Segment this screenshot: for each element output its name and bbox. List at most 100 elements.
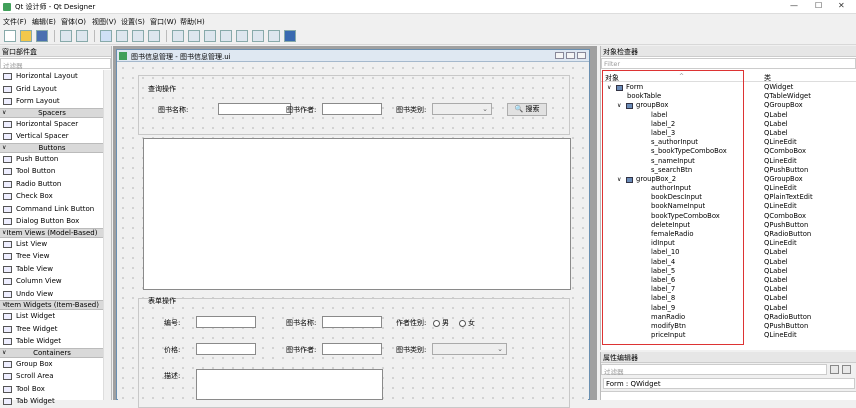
widget-item[interactable]: Group Box [0,358,104,371]
widget-category[interactable]: ∨ Spacers [0,107,104,118]
object-tree-row[interactable]: bookDescInput QPlainTextEdit [601,193,856,202]
object-tree-row[interactable]: femaleRadio QRadioButton [601,230,856,239]
menu-view[interactable]: 视图(V) [92,17,116,27]
widget-box-filter[interactable]: 过滤器 [0,58,111,70]
object-inspector-filter[interactable]: Filter [601,58,856,69]
widget-category[interactable]: ∨ Buttons [0,142,104,153]
subwindow-minimize-button[interactable] [555,52,564,59]
object-tree-row[interactable]: ∨ Form QWidget [601,83,856,92]
object-tree-row[interactable]: label_10 QLabel [601,248,856,257]
widget-item[interactable]: Undo View [0,288,104,301]
form-subwindow[interactable]: 图书信息管理 - 图书信息管理.ui 查询操作 图书名称: 图书作者: 图书类别… [116,49,590,408]
maximize-button[interactable]: ☐ [815,1,822,10]
widget-item[interactable]: Tool Button [0,165,104,178]
property-grid[interactable] [601,391,856,400]
widget-item[interactable]: Tree View [0,250,104,263]
layout-form-icon[interactable] [236,30,248,42]
object-tree-row[interactable]: label_5 QLabel [601,267,856,276]
man-radio[interactable]: 男 [433,318,449,328]
widget-item[interactable]: Push Button [0,153,104,166]
object-tree-row[interactable]: label_6 QLabel [601,276,856,285]
object-tree-row[interactable]: bookTable QTableWidget [601,92,856,101]
widget-item[interactable]: Dialog Button Box [0,215,104,228]
layout-horizontal-icon[interactable] [172,30,184,42]
widget-item[interactable]: Tab Widget [0,395,104,408]
copy-icon[interactable] [60,30,72,42]
widget-item[interactable]: Form Layout [0,95,104,108]
book-name-input[interactable] [322,316,382,328]
menu-file[interactable]: 文件(F) [3,17,27,27]
break-layout-icon[interactable] [268,30,280,42]
search-button[interactable]: 🔍 搜索 [507,103,547,116]
layout-grid-icon[interactable] [252,30,264,42]
female-radio[interactable]: 女 [459,318,475,328]
widget-category[interactable]: ∨ Item Widgets (Item-Based) [0,300,104,310]
column-object[interactable]: 对象 [605,73,619,83]
close-button[interactable]: ✕ [838,1,845,10]
menu-help[interactable]: 帮助(H) [180,17,205,27]
widget-item[interactable]: Horizontal Layout [0,70,104,83]
widget-item[interactable]: Column View [0,275,104,288]
s-name-input[interactable] [218,103,291,115]
adjust-size-icon[interactable] [284,30,296,42]
object-tree-row[interactable]: ∨ groupBox_2 QGroupBox [601,175,856,184]
widget-item[interactable]: Scroll Area [0,370,104,383]
expand-chevron-icon[interactable]: ∨ [617,175,621,184]
object-tree-row[interactable]: s_nameInput QLineEdit [601,157,856,166]
layout-h-splitter-icon[interactable] [204,30,216,42]
widget-item[interactable]: Check Box [0,190,104,203]
layout-vertical-icon[interactable] [188,30,200,42]
object-tree-row[interactable]: label_4 QLabel [601,258,856,267]
object-tree-row[interactable]: s_bookTypeComboBox QComboBox [601,147,856,156]
subwindow-maximize-button[interactable] [566,52,575,59]
form-subwindow-titlebar[interactable]: 图书信息管理 - 图书信息管理.ui [117,50,589,62]
widget-item[interactable]: Table Widget [0,335,104,348]
object-tree-row[interactable]: label_7 QLabel [601,285,856,294]
widget-item[interactable]: Vertical Spacer [0,130,104,143]
widget-item[interactable]: Grid Layout [0,83,104,96]
object-tree-row[interactable]: priceInput QLineEdit [601,331,856,340]
layout-v-splitter-icon[interactable] [220,30,232,42]
object-tree-row[interactable]: s_searchBtn QPushButton [601,166,856,175]
expand-chevron-icon[interactable]: ∨ [617,101,621,110]
book-desc-input[interactable] [196,369,383,400]
menu-window[interactable]: 窗口(W) [150,17,176,27]
edit-tab-order-icon[interactable] [148,30,160,42]
widget-category[interactable]: ∨ Item Views (Model-Based) [0,227,104,238]
save-icon[interactable] [36,30,48,42]
widget-item[interactable]: Radio Button [0,178,104,191]
menu-settings[interactable]: 设置(S) [121,17,145,27]
edit-signals-icon[interactable] [116,30,128,42]
edit-buddies-icon[interactable] [132,30,144,42]
widget-item[interactable]: Horizontal Spacer [0,118,104,131]
object-tree-row[interactable]: authorInput QLineEdit [601,184,856,193]
widget-category[interactable]: ∨ Containers [0,347,104,358]
object-tree-row[interactable]: s_authorInput QLineEdit [601,138,856,147]
open-folder-icon[interactable] [20,30,32,42]
book-table[interactable] [143,138,571,290]
property-editor-filter[interactable]: 过滤器 [601,364,827,376]
object-tree-row[interactable]: label QLabel [601,111,856,120]
object-tree-row[interactable]: label_9 QLabel [601,304,856,313]
expand-chevron-icon[interactable]: ∨ [607,83,611,92]
widget-item[interactable]: Tool Box [0,383,104,396]
object-tree-row[interactable]: manRadio QRadioButton [601,313,856,322]
book-type-combobox[interactable]: ⌄ [432,343,507,355]
menu-edit[interactable]: 编辑(E) [32,17,56,27]
paste-icon[interactable] [76,30,88,42]
object-tree-row[interactable]: bookNameInput QLineEdit [601,202,856,211]
s-book-type-combobox[interactable]: ⌄ [432,103,492,115]
object-tree-row[interactable]: label_2 QLabel [601,120,856,129]
new-file-icon[interactable] [4,30,16,42]
widget-item[interactable]: Command Link Button [0,203,104,216]
id-input[interactable] [196,316,256,328]
edit-widgets-icon[interactable] [100,30,112,42]
object-tree-row[interactable]: deleteInput QPushButton [601,221,856,230]
object-tree-row[interactable]: idInput QLineEdit [601,239,856,248]
configure-icon[interactable] [842,365,851,374]
subwindow-close-button[interactable] [577,52,586,59]
author-input[interactable] [322,343,382,355]
column-class[interactable]: 类 [764,73,771,83]
add-property-icon[interactable] [830,365,839,374]
price-input[interactable] [196,343,256,355]
